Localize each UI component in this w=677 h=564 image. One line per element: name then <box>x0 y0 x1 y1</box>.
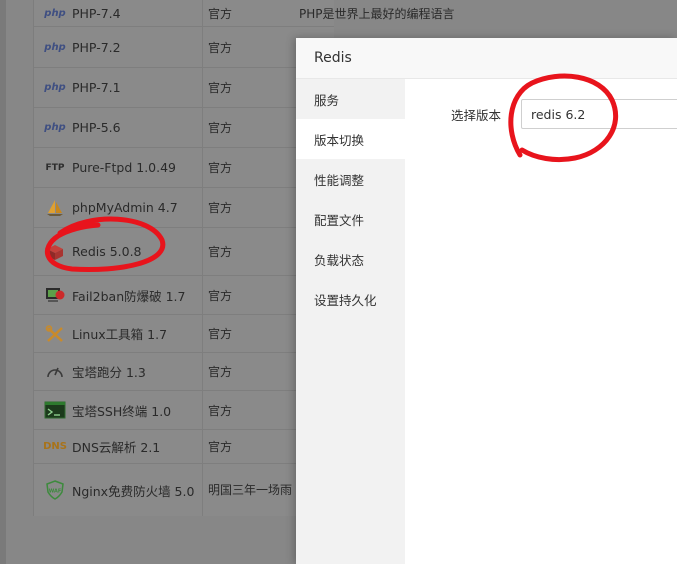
modal-header: Redis <box>296 38 677 79</box>
table-row[interactable]: Linux工具箱 1.7 官方 <box>34 315 334 353</box>
plugin-name: PHP-7.4 <box>72 5 121 21</box>
table-row[interactable]: FTP Pure-Ftpd 1.0.49 官方 <box>34 148 334 188</box>
plugin-type: 官方 <box>208 121 233 135</box>
plugin-type: 官方 <box>208 6 233 21</box>
waf-shield-icon: WAF <box>44 480 66 500</box>
menu-item-performance[interactable]: 性能调整 <box>296 159 405 199</box>
php-icon: php <box>44 7 66 19</box>
table-row[interactable]: Fail2ban防爆破 1.7 官方 <box>34 276 334 315</box>
table-row[interactable]: php PHP-7.1 官方 <box>34 68 334 108</box>
menu-item-config-file[interactable]: 配置文件 <box>296 199 405 239</box>
table-row[interactable]: WAF Nginx免费防火墙 5.0 明国三年一场雨 <box>34 464 334 516</box>
redis-settings-modal: Redis 服务 版本切换 性能调整 配置文件 负载状态 设置持久化 选择版本 … <box>296 38 677 564</box>
plugin-desc: PHP是世界上最好的编程语言 <box>299 6 455 21</box>
table-row[interactable]: 宝塔SSH终端 1.0 官方 <box>34 391 334 430</box>
svg-text:WAF: WAF <box>49 489 62 495</box>
plugin-name: PHP-7.2 <box>72 39 121 55</box>
modal-side-menu: 服务 版本切换 性能调整 配置文件 负载状态 设置持久化 <box>296 79 405 564</box>
terminal-icon <box>44 401 66 419</box>
plugin-type: 官方 <box>208 245 233 259</box>
plugin-type: 官方 <box>208 440 233 454</box>
php-icon: php <box>44 41 66 53</box>
fail2ban-icon <box>44 286 66 304</box>
table-row[interactable]: php PHP-5.6 官方 <box>34 108 334 148</box>
table-row[interactable]: DNS DNS云解析 2.1 官方 <box>34 430 334 464</box>
menu-item-load-status[interactable]: 负载状态 <box>296 239 405 279</box>
plugin-type: 官方 <box>208 81 233 95</box>
menu-item-persistence[interactable]: 设置持久化 <box>296 279 405 319</box>
php-icon: php <box>44 122 66 133</box>
ftp-icon: FTP <box>45 162 65 173</box>
plugin-type: 官方 <box>208 161 233 175</box>
plugin-name: Linux工具箱 1.7 <box>72 327 168 342</box>
plugin-type: 官方 <box>208 40 233 55</box>
php-icon: php <box>44 82 66 93</box>
plugin-name: Pure-Ftpd 1.0.49 <box>72 160 176 175</box>
plugin-name: Fail2ban防爆破 1.7 <box>72 288 186 304</box>
table-row[interactable]: 宝塔跑分 1.3 官方 <box>34 353 334 391</box>
gauge-icon <box>44 363 66 381</box>
table-row[interactable]: php PHP-7.2 官方 <box>34 27 334 68</box>
menu-item-service[interactable]: 服务 <box>296 79 405 119</box>
plugin-type: 官方 <box>208 288 233 303</box>
table-row[interactable]: php PHP-7.4 官方 PHP是世界上最好的编程语言 <box>34 0 455 27</box>
version-select-value: redis 6.2 <box>531 106 586 122</box>
plugin-name: PHP-5.6 <box>72 120 121 135</box>
plugin-type: 官方 <box>208 403 233 418</box>
tools-icon <box>44 324 66 343</box>
plugin-name: 宝塔跑分 1.3 <box>72 365 146 380</box>
plugin-name: DNS云解析 2.1 <box>72 440 161 455</box>
phpmyadmin-sailboat-icon <box>44 199 66 217</box>
table-row[interactable]: phpMyAdmin 4.7 官方 <box>34 188 334 228</box>
plugin-name: PHP-7.1 <box>72 80 121 95</box>
modal-title: Redis <box>314 50 352 66</box>
plugin-name: Nginx免费防火墙 5.0 <box>72 483 195 499</box>
version-select[interactable]: redis 6.2 <box>521 99 677 129</box>
version-label: 选择版本 <box>451 107 502 123</box>
dns-icon: DNS <box>43 441 67 452</box>
modal-content: 选择版本 redis 6.2 <box>405 79 677 564</box>
plugin-type: 官方 <box>208 365 233 379</box>
table-row[interactable]: Redis 5.0.8 官方 <box>34 228 334 276</box>
plugin-type: 官方 <box>208 327 233 341</box>
plugin-table: php PHP-7.4 官方 PHP是世界上最好的编程语言 php PHP-7.… <box>33 0 455 516</box>
plugin-name: 宝塔SSH终端 1.0 <box>72 403 172 419</box>
menu-item-version-switch[interactable]: 版本切换 <box>296 119 405 159</box>
plugin-type: 官方 <box>208 201 233 215</box>
plugin-type: 明国三年一场雨 <box>208 483 293 497</box>
redis-cube-icon <box>44 243 66 261</box>
plugin-name: Redis 5.0.8 <box>72 244 142 259</box>
plugin-name: phpMyAdmin 4.7 <box>72 200 178 215</box>
